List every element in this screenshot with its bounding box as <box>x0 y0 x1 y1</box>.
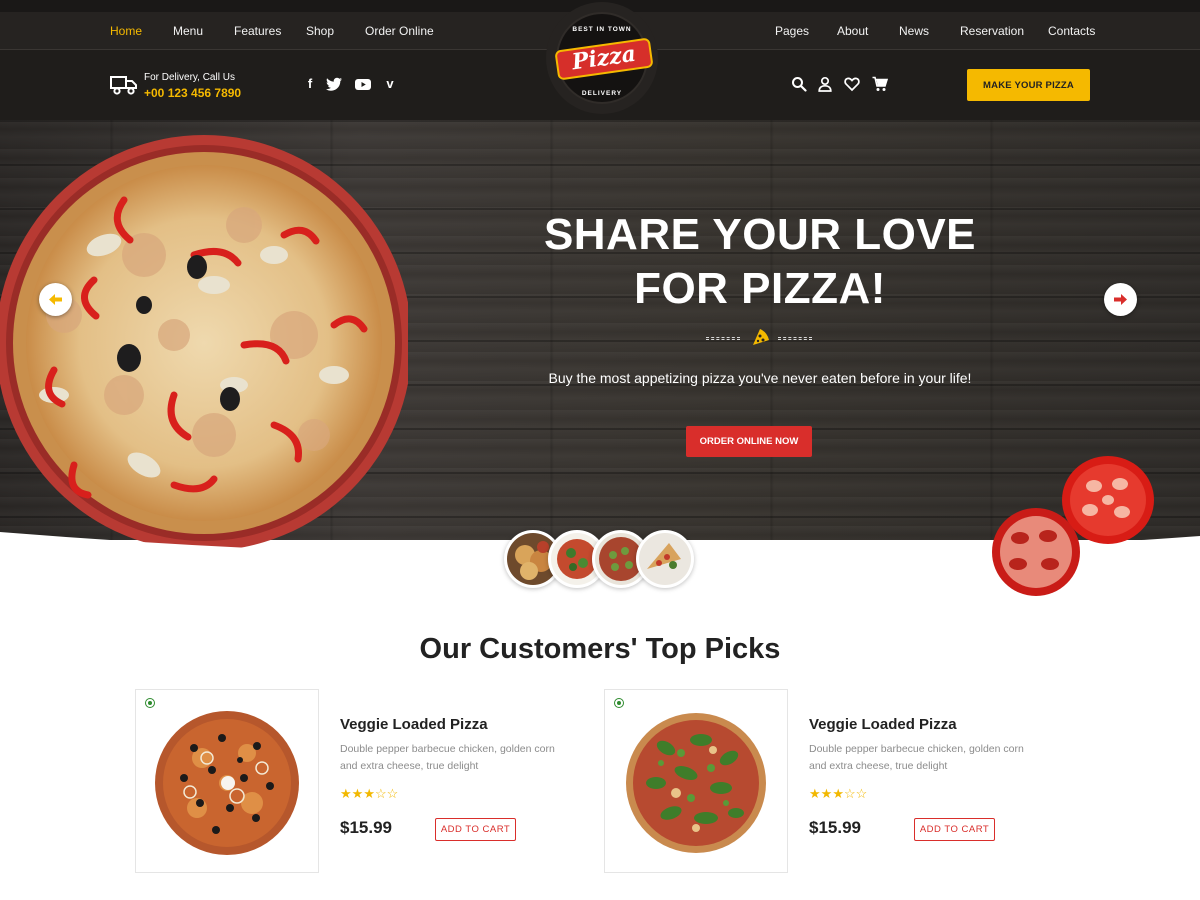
vimeo-icon[interactable]: v <box>381 75 399 93</box>
order-online-button[interactable]: ORDER ONLINE NOW <box>686 426 812 457</box>
star-filled-icon: ★ <box>351 786 364 801</box>
delivery-phone[interactable]: +00 123 456 7890 <box>144 86 241 100</box>
nav-menu[interactable]: Menu <box>173 24 203 38</box>
star-filled-icon: ★ <box>363 786 375 801</box>
nav-order-online[interactable]: Order Online <box>365 24 434 38</box>
veg-icon <box>614 698 624 708</box>
logo-badge: BEST IN TOWN Pizza DELIVERY <box>554 12 654 104</box>
arrow-left-icon <box>49 294 62 305</box>
product-2-image-card[interactable] <box>604 689 788 873</box>
hero-divider-left <box>706 337 740 340</box>
product-2-add-to-cart-button[interactable]: ADD TO CART <box>914 818 995 841</box>
star-filled-icon: ★ <box>832 786 844 801</box>
nav-reservation[interactable]: Reservation <box>960 24 1024 38</box>
product-1-image-card[interactable] <box>135 689 319 873</box>
slider-prev-button[interactable] <box>39 283 72 316</box>
pizza-slice-icon <box>753 329 769 345</box>
user-icon[interactable] <box>817 76 833 92</box>
product-2-price: $15.99 <box>809 818 861 837</box>
product-2-rating: ★★★☆☆ <box>809 786 867 802</box>
hero-title: SHARE YOUR LOVE FOR PIZZA! <box>500 208 1020 316</box>
hero-divider-right <box>778 337 812 340</box>
heart-icon[interactable] <box>844 76 860 92</box>
youtube-icon[interactable] <box>354 75 372 93</box>
logo-tagline-bottom: DELIVERY <box>581 90 623 97</box>
nav-about[interactable]: About <box>837 24 868 38</box>
twitter-icon[interactable] <box>325 75 343 93</box>
site-logo[interactable]: BEST IN TOWN Pizza DELIVERY <box>546 2 658 114</box>
nav-home[interactable]: Home <box>110 24 142 38</box>
star-filled-icon: ★ <box>340 786 352 801</box>
nav-pages[interactable]: Pages <box>775 24 809 38</box>
section-title: Our Customers' Top Picks <box>419 633 781 665</box>
logo-wordmark: Pizza <box>554 37 654 81</box>
cart-icon[interactable] <box>872 76 888 92</box>
star-empty-icon: ☆ <box>386 786 399 801</box>
search-icon[interactable] <box>791 76 807 92</box>
product-1-description: Double pepper barbecue chicken, golden c… <box>340 743 555 772</box>
facebook-icon[interactable]: f <box>301 75 319 93</box>
star-empty-icon: ☆ <box>374 786 387 801</box>
nav-features[interactable]: Features <box>234 24 281 38</box>
star-empty-icon: ☆ <box>843 786 856 801</box>
star-filled-icon: ★ <box>809 786 821 801</box>
nav-shop[interactable]: Shop <box>306 24 334 38</box>
delivery-truck-icon <box>110 76 137 95</box>
product-2-description: Double pepper barbecue chicken, golden c… <box>809 743 1024 772</box>
hero-title-line-2: FOR PIZZA! <box>634 264 886 313</box>
product-2-name[interactable]: Veggie Loaded Pizza <box>809 716 957 733</box>
hero-subtitle: Buy the most appetizing pizza you've nev… <box>548 370 972 386</box>
nav-news[interactable]: News <box>899 24 929 38</box>
nav-contacts[interactable]: Contacts <box>1048 24 1095 38</box>
product-1-add-to-cart-button[interactable]: ADD TO CART <box>435 818 516 841</box>
product-1-name[interactable]: Veggie Loaded Pizza <box>340 716 488 733</box>
hero-pizza-image <box>0 135 408 551</box>
product-2-image <box>626 713 766 853</box>
hero-title-line-1: SHARE YOUR LOVE <box>543 210 977 259</box>
make-your-pizza-button[interactable]: MAKE YOUR PIZZA <box>967 69 1090 101</box>
star-filled-icon: ★ <box>820 786 833 801</box>
star-empty-icon: ☆ <box>855 786 868 801</box>
logo-tagline-top: BEST IN TOWN <box>572 26 632 33</box>
product-1-rating: ★★★☆☆ <box>340 786 398 802</box>
tomato-decoration-2 <box>992 508 1080 596</box>
arrow-right-icon <box>1114 294 1127 305</box>
slider-next-button[interactable] <box>1104 283 1137 316</box>
thumb-4-image <box>639 533 691 585</box>
product-1-image <box>155 711 299 855</box>
product-1-price: $15.99 <box>340 818 392 837</box>
veg-icon <box>145 698 155 708</box>
delivery-label: For Delivery, Call Us <box>144 72 235 83</box>
slider-thumb-4[interactable] <box>636 530 694 588</box>
